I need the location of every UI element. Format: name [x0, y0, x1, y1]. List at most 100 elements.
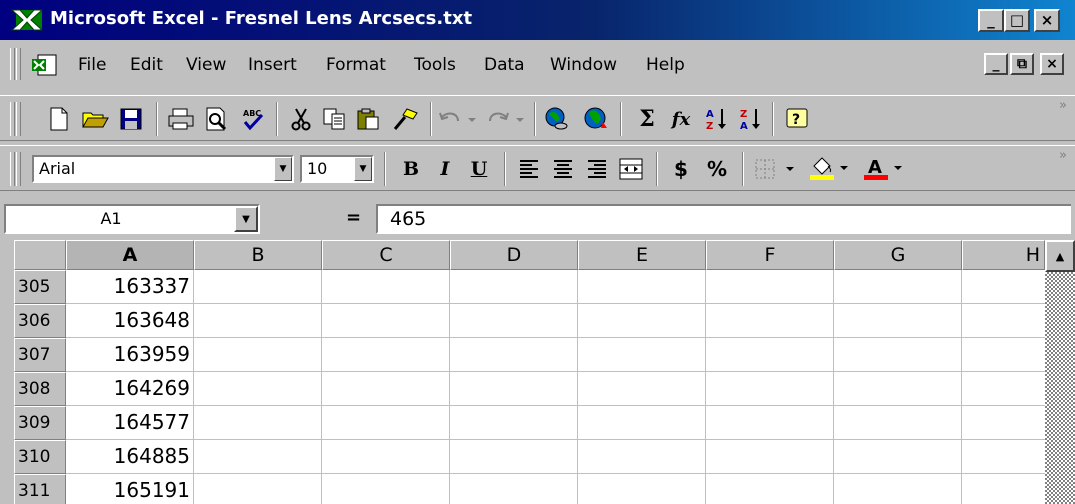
column-header-a[interactable]: A [66, 240, 194, 270]
column-header-h[interactable]: H [962, 240, 1045, 270]
maximize-button[interactable]: □ [1004, 9, 1030, 32]
doc-restore-button[interactable]: ⧉ [1010, 53, 1034, 75]
worksheet-grid[interactable]: A B C D E F G H 305 163337 306 163648 30… [14, 240, 1045, 504]
paste-button[interactable] [352, 103, 386, 135]
percent-icon: % [706, 157, 728, 181]
menu-edit[interactable]: Edit [130, 55, 163, 75]
doc-close-button[interactable]: × [1040, 53, 1064, 75]
document-icon[interactable] [30, 53, 60, 77]
cell-a305[interactable]: 163337 [66, 270, 194, 303]
font-dropdown-arrow-icon[interactable]: ▼ [274, 157, 292, 181]
close-button[interactable]: × [1034, 9, 1060, 32]
spelling-button[interactable]: ABC [236, 103, 270, 135]
paste-function-button[interactable]: fx [664, 103, 698, 135]
row-header[interactable]: 310 [14, 440, 66, 474]
name-box[interactable]: A1 ▼ [4, 204, 260, 234]
cell-a309[interactable]: 164577 [66, 406, 194, 439]
menu-grip[interactable] [10, 48, 15, 80]
cell-a311[interactable]: 165191 [66, 474, 194, 504]
format-painter-button[interactable] [388, 103, 422, 135]
paste-function-icon: fx [671, 108, 691, 130]
font-name-select[interactable]: Arial ▼ [32, 155, 294, 183]
new-button[interactable] [42, 103, 76, 135]
cell-a307[interactable]: 163959 [66, 338, 194, 371]
cut-button[interactable] [284, 103, 318, 135]
menu-insert[interactable]: Insert [248, 55, 297, 75]
sort-descending-button[interactable]: ZA [734, 103, 768, 135]
align-left-button[interactable] [512, 153, 546, 185]
align-right-button[interactable] [580, 153, 614, 185]
row-header[interactable]: 307 [14, 338, 66, 372]
toolbar-separator [772, 102, 774, 136]
menu-data[interactable]: Data [484, 55, 525, 75]
column-header-d[interactable]: D [450, 240, 578, 270]
formula-input[interactable]: 465 [376, 204, 1071, 234]
column-header-e[interactable]: E [578, 240, 706, 270]
edit-formula-button[interactable]: = [346, 207, 361, 228]
sort-ascending-button[interactable]: AZ [700, 103, 734, 135]
menu-window[interactable]: Window [550, 55, 617, 75]
italic-button[interactable]: I [428, 153, 462, 185]
italic-icon: I [440, 158, 450, 180]
borders-button[interactable] [752, 153, 800, 185]
select-all-button[interactable] [14, 240, 66, 270]
open-button[interactable] [78, 103, 112, 135]
font-size-select[interactable]: 10 ▼ [300, 155, 374, 183]
font-color-button[interactable]: A [860, 153, 908, 185]
menu-help[interactable]: Help [646, 55, 685, 75]
autosum-button[interactable]: Σ [630, 103, 664, 135]
close-icon: × [1040, 11, 1054, 29]
web-toolbar-button[interactable] [578, 103, 612, 135]
menu-file[interactable]: File [78, 55, 106, 75]
left-gutter [0, 240, 14, 504]
merge-center-button[interactable] [614, 153, 648, 185]
toolbar-overflow-icon[interactable]: » [1059, 148, 1067, 163]
excel-app-icon[interactable] [10, 8, 44, 32]
row-header[interactable]: 308 [14, 372, 66, 406]
gridline [66, 439, 1045, 440]
row-header[interactable]: 306 [14, 304, 66, 338]
cell-a308[interactable]: 164269 [66, 372, 194, 405]
vertical-scrollbar-track[interactable] [1045, 272, 1075, 504]
bold-button[interactable]: B [394, 153, 428, 185]
row-header[interactable]: 309 [14, 406, 66, 440]
cell-a310[interactable]: 164885 [66, 440, 194, 473]
print-preview-button[interactable] [200, 103, 234, 135]
toolbar-grip[interactable] [10, 152, 15, 186]
print-preview-icon [206, 107, 227, 131]
cell-a306[interactable]: 163648 [66, 304, 194, 337]
menu-tools[interactable]: Tools [414, 55, 456, 75]
scroll-up-button[interactable]: ▲ [1045, 240, 1075, 272]
minimize-button[interactable]: _ [978, 9, 1004, 32]
new-icon [50, 107, 68, 131]
doc-close-icon: × [1046, 56, 1058, 72]
undo-button[interactable] [436, 103, 480, 135]
redo-icon [489, 112, 524, 122]
column-header-f[interactable]: F [706, 240, 834, 270]
size-dropdown-arrow-icon[interactable]: ▼ [354, 157, 372, 181]
print-button[interactable] [164, 103, 198, 135]
copy-button[interactable] [318, 103, 352, 135]
name-box-dropdown-icon[interactable]: ▼ [234, 206, 258, 232]
row-header[interactable]: 305 [14, 270, 66, 304]
save-button[interactable] [114, 103, 148, 135]
column-header-g[interactable]: G [834, 240, 962, 270]
font-color-icon: A [864, 157, 902, 180]
office-assistant-button[interactable]: ? [780, 103, 814, 135]
currency-button[interactable]: $ [664, 153, 698, 185]
toolbar-overflow-icon[interactable]: » [1059, 98, 1067, 113]
column-header-c[interactable]: C [322, 240, 450, 270]
menu-format[interactable]: Format [326, 55, 386, 75]
redo-button[interactable] [484, 103, 528, 135]
percent-button[interactable]: % [700, 153, 734, 185]
align-center-button[interactable] [546, 153, 580, 185]
underline-button[interactable]: U [462, 153, 496, 185]
row-header[interactable]: 311 [14, 474, 66, 504]
doc-minimize-button[interactable]: _ [984, 53, 1008, 75]
toolbar-grip[interactable] [10, 102, 15, 136]
fill-color-button[interactable] [806, 153, 854, 185]
insert-hyperlink-button[interactable] [540, 103, 574, 135]
menu-view[interactable]: View [186, 55, 226, 75]
align-left-icon [520, 160, 538, 178]
column-header-b[interactable]: B [194, 240, 322, 270]
